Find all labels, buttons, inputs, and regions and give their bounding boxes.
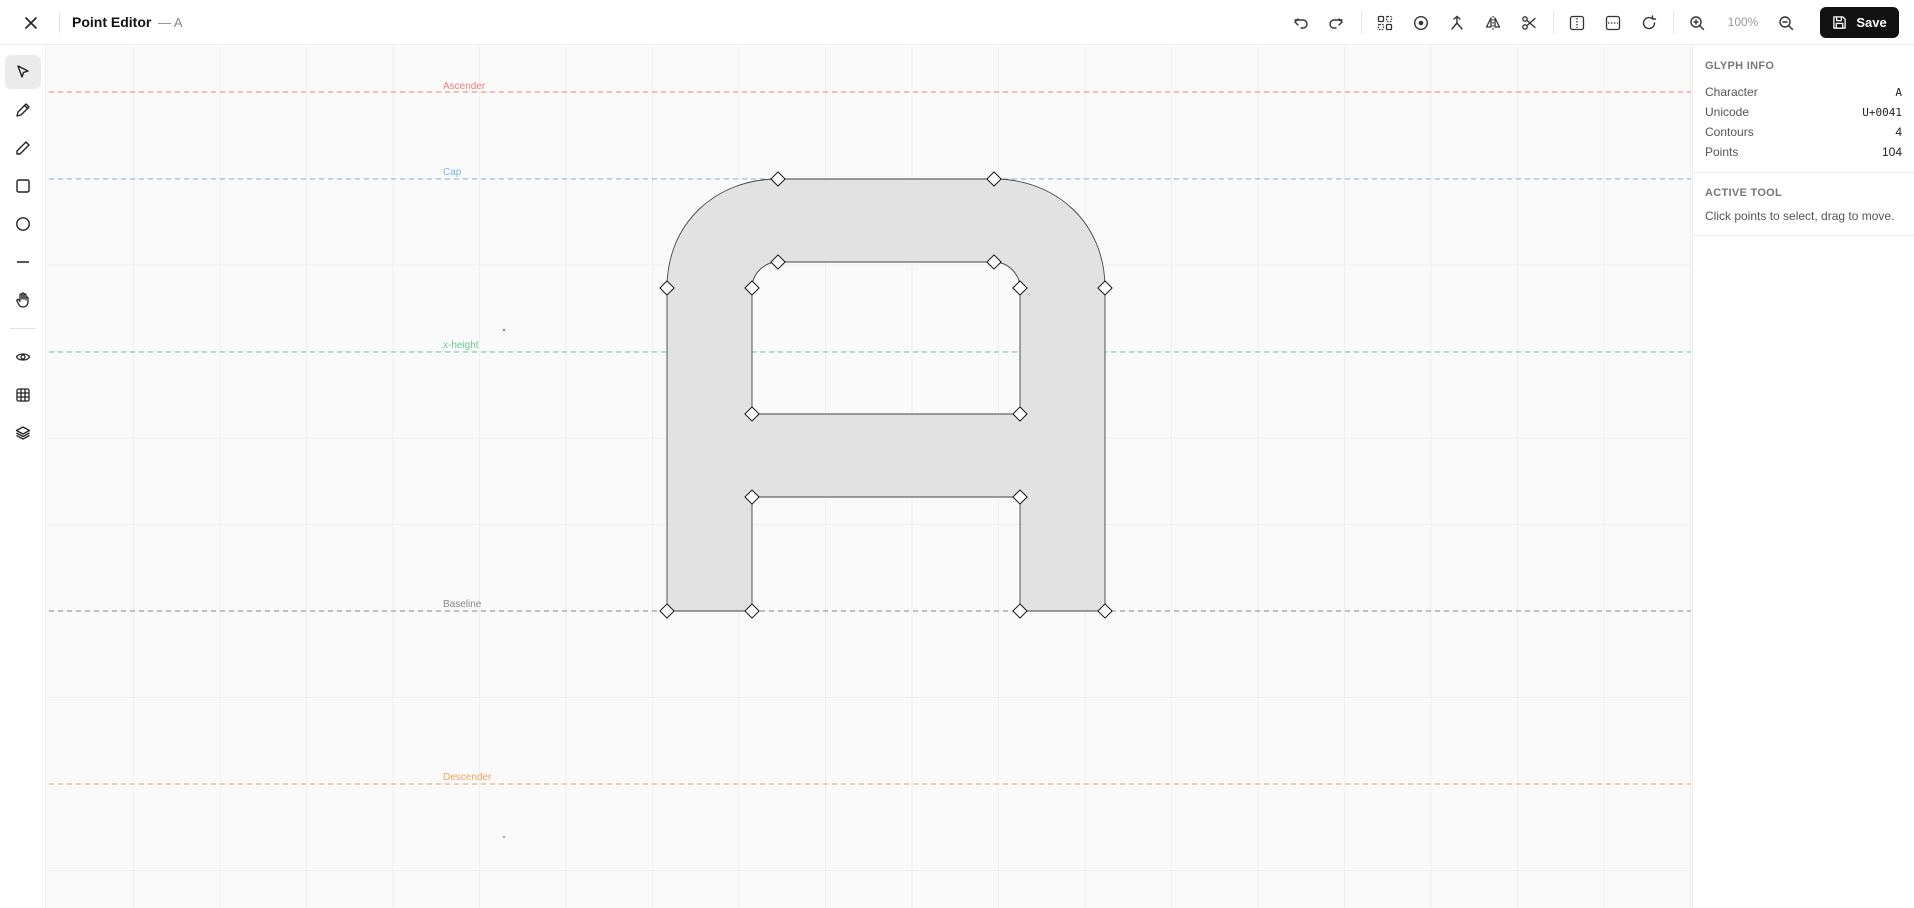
tool-sidebar [0, 46, 46, 908]
zoom-out-button[interactable] [1774, 11, 1798, 35]
tool-separator [10, 328, 36, 329]
toolbar-separator [1673, 12, 1674, 34]
glyph-info-title: GLYPH INFO [1705, 60, 1775, 72]
scissors-button[interactable] [1517, 11, 1541, 35]
zoom-in-button[interactable] [1685, 11, 1709, 35]
pencil-icon [16, 141, 30, 155]
info-row-points: Points 104 [1705, 142, 1902, 162]
ascender-label: Ascender [443, 81, 486, 92]
descender-label: Descender [443, 772, 492, 783]
zoom-out-icon [1779, 16, 1794, 31]
layers-button[interactable] [5, 416, 41, 450]
pen-tool-button[interactable] [5, 93, 41, 127]
panel-divider [1693, 172, 1914, 173]
rotate-icon [1642, 15, 1657, 30]
info-value: U+0041 [1862, 105, 1902, 119]
info-value: A [1895, 85, 1902, 99]
stray-point-mark [503, 836, 505, 838]
mirror-button[interactable] [1481, 11, 1505, 35]
line-tool-button[interactable] [5, 245, 41, 279]
pencil-tool-button[interactable] [5, 131, 41, 165]
merge-icon [1451, 15, 1463, 30]
info-row-unicode: Unicode U+0041 [1705, 102, 1902, 122]
line-icon [16, 261, 30, 263]
undo-icon [1294, 18, 1308, 29]
flip-horizontal-button[interactable] [1565, 11, 1589, 35]
circle-icon [16, 217, 30, 231]
page-title: Point Editor [72, 14, 152, 30]
toolbar-separator [1361, 12, 1362, 34]
rotate-button[interactable] [1637, 11, 1661, 35]
merge-button[interactable] [1445, 11, 1469, 35]
properties-panel: GLYPH INFO Character A Unicode U+0041 Co… [1692, 46, 1914, 908]
page-subtitle: — A [158, 15, 183, 30]
hand-icon [16, 292, 29, 308]
flip-vertical-button[interactable] [1601, 11, 1625, 35]
pen-icon [16, 103, 30, 117]
flip-horizontal-icon [1569, 15, 1585, 31]
close-button[interactable] [19, 11, 43, 35]
info-label: Character [1705, 85, 1758, 99]
circle-tool-button[interactable] [5, 207, 41, 241]
active-tool-description: Click points to select, drag to move. [1705, 209, 1895, 223]
baseline-label: Baseline [443, 599, 482, 610]
scissors-icon [1522, 16, 1536, 30]
xheight-label: x-height [443, 340, 479, 351]
flip-vertical-icon [1605, 15, 1621, 31]
header-divider [59, 13, 60, 33]
rectangle-icon [16, 179, 30, 193]
save-button-label: Save [1856, 15, 1887, 30]
info-value: 4 [1895, 125, 1902, 139]
target-icon [1413, 15, 1429, 31]
hand-tool-button[interactable] [5, 283, 41, 317]
header-bar: Point Editor — A 100% Save [0, 0, 1914, 45]
save-icon [1833, 16, 1847, 29]
visibility-toggle-button[interactable] [5, 340, 41, 374]
close-icon [25, 17, 37, 29]
pointer-tool-button[interactable] [5, 55, 41, 89]
info-row-contours: Contours 4 [1705, 122, 1902, 142]
redo-icon [1329, 18, 1343, 29]
glyph-canvas[interactable]: Ascender Cap x-height Baseline Descender [47, 46, 1691, 908]
info-row-character: Character A [1705, 82, 1902, 102]
mirror-icon [1485, 16, 1501, 30]
stray-point-mark [503, 329, 505, 331]
panel-divider [1693, 235, 1914, 236]
active-tool-title: ACTIVE TOOL [1705, 187, 1783, 199]
cap-label: Cap [443, 167, 462, 178]
eye-icon [15, 353, 31, 361]
info-label: Contours [1705, 125, 1754, 139]
info-label: Unicode [1705, 105, 1750, 119]
select-points-button[interactable] [1373, 11, 1397, 35]
info-label: Points [1705, 145, 1739, 159]
info-value: 104 [1881, 145, 1902, 159]
target-button[interactable] [1409, 11, 1433, 35]
rectangle-tool-button[interactable] [5, 169, 41, 203]
layers-icon [15, 426, 31, 440]
zoom-in-icon [1690, 16, 1705, 31]
glyph-outline[interactable] [666, 178, 1106, 612]
zoom-level: 100% [1727, 15, 1759, 29]
save-button[interactable]: Save [1820, 7, 1899, 38]
select-points-icon [1377, 15, 1393, 31]
redo-button[interactable] [1324, 11, 1348, 35]
undo-button[interactable] [1289, 11, 1313, 35]
grid-icon [16, 388, 30, 402]
grid-toggle-button[interactable] [5, 378, 41, 412]
pointer-icon [17, 65, 29, 78]
toolbar-separator [1553, 12, 1554, 34]
